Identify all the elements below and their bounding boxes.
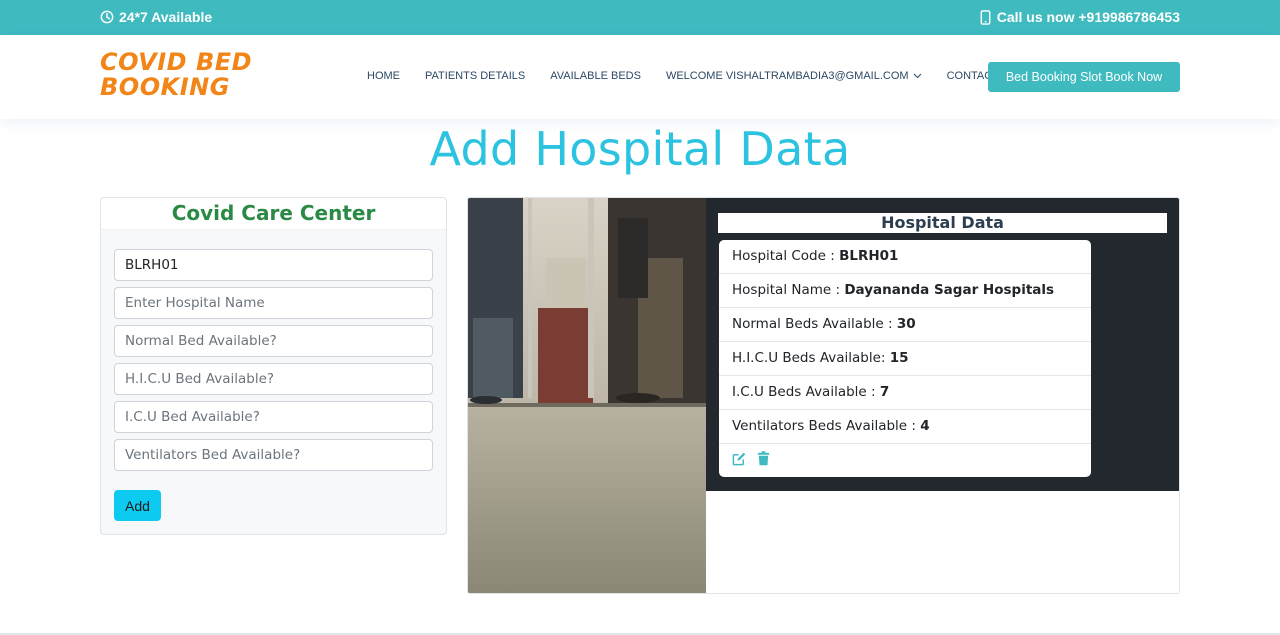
row-value: 4 <box>920 418 930 434</box>
list-item-ventilator-beds: Ventilators Beds Available : 4 <box>719 410 1091 444</box>
main-nav: HOME PATIENTS DETAILS AVAILABLE BEDS WEL… <box>367 70 999 82</box>
logo-line-2: BOOKING <box>100 73 230 101</box>
row-value: BLRH01 <box>839 248 899 264</box>
row-value: Dayananda Sagar Hospitals <box>844 282 1055 298</box>
row-actions <box>719 444 1091 477</box>
site-logo[interactable]: COVID BED BOOKING <box>100 50 252 100</box>
chevron-down-icon <box>913 70 922 82</box>
page-title: Add Hospital Data <box>429 122 851 176</box>
list-item-hicu-beds: H.I.C.U Beds Available: 15 <box>719 342 1091 376</box>
hospital-photo <box>468 198 706 593</box>
nav-patients-details[interactable]: PATIENTS DETAILS <box>425 70 525 82</box>
nav-home[interactable]: HOME <box>367 70 400 82</box>
nav-user-label: WELCOME VISHALTRAMBADIA3@GMAIL.COM <box>665 70 909 82</box>
hicu-bed-field[interactable]: H.I.C.U Bed Available? <box>114 363 433 395</box>
hospital-form-card: Covid Care Center BLRH01 Enter Hospital … <box>100 197 447 535</box>
list-item-normal-beds: Normal Beds Available : 30 <box>719 308 1091 342</box>
icu-bed-field[interactable]: I.C.U Bed Available? <box>114 401 433 433</box>
hospital-name-field[interactable]: Enter Hospital Name <box>114 287 433 319</box>
clock-icon <box>100 10 114 24</box>
trash-icon[interactable] <box>757 450 770 471</box>
hospital-data-title: Hospital Data <box>718 213 1167 233</box>
row-label: Ventilators Beds Available : <box>732 418 921 434</box>
normal-bed-field[interactable]: Normal Bed Available? <box>114 325 433 357</box>
nav-user-dropdown[interactable]: WELCOME VISHALTRAMBADIA3@GMAIL.COM <box>666 70 922 82</box>
row-label: H.I.C.U Beds Available: <box>732 350 890 366</box>
logo-line-1: COVID BED <box>100 48 253 76</box>
list-item-hospital-code: Hospital Code : BLRH01 <box>719 240 1091 274</box>
book-slot-button[interactable]: Bed Booking Slot Book Now <box>988 62 1180 92</box>
site-header: COVID BED BOOKING HOME PATIENTS DETAILS … <box>0 35 1280 119</box>
row-value: 30 <box>896 316 916 332</box>
row-label: Normal Beds Available : <box>732 316 897 332</box>
hospital-data-panel: Hospital Data Hospital Code : BLRH01 Hos… <box>467 197 1180 594</box>
hospital-data-section: Hospital Data Hospital Code : BLRH01 Hos… <box>706 198 1179 491</box>
row-label: Hospital Name : <box>732 282 845 298</box>
nav-available-beds[interactable]: AVAILABLE BEDS <box>550 70 641 82</box>
call-info[interactable]: Call us now +919986786453 <box>980 9 1180 25</box>
availability-info: 24*7 Available <box>100 9 212 25</box>
list-item-hospital-name: Hospital Name : Dayananda Sagar Hospital… <box>719 274 1091 308</box>
row-value: 7 <box>879 384 890 400</box>
call-text[interactable]: Call us now +919986786453 <box>997 9 1180 25</box>
phone-icon <box>980 9 991 25</box>
add-button[interactable]: Add <box>114 490 161 521</box>
row-label: I.C.U Beds Available : <box>732 384 880 400</box>
hospital-code-field[interactable]: BLRH01 <box>114 249 433 281</box>
form-heading: Covid Care Center <box>101 198 446 230</box>
top-bar: 24*7 Available Call us now +919986786453 <box>0 0 1280 35</box>
list-item-icu-beds: I.C.U Beds Available : 7 <box>719 376 1091 410</box>
hospital-data-list: Hospital Code : BLRH01 Hospital Name : D… <box>719 240 1091 477</box>
availability-text: 24*7 Available <box>119 9 213 25</box>
row-value: 15 <box>889 350 909 366</box>
row-label: Hospital Code : <box>732 248 840 264</box>
edit-icon[interactable] <box>732 451 747 471</box>
ventilator-bed-field[interactable]: Ventilators Bed Available? <box>114 439 433 471</box>
